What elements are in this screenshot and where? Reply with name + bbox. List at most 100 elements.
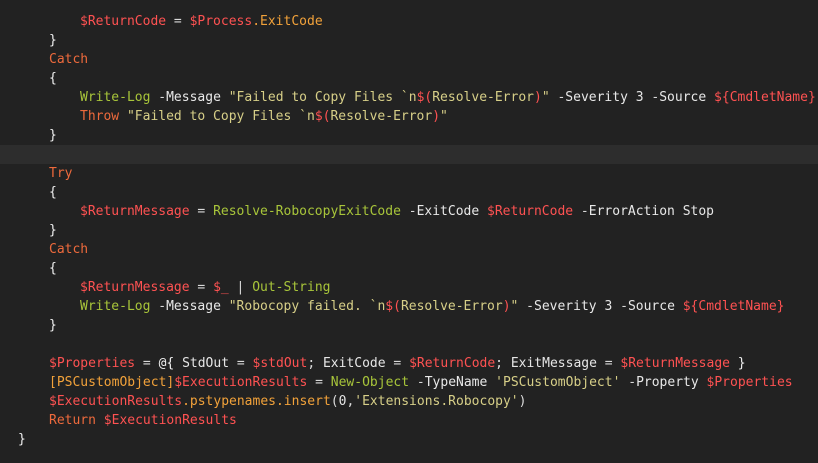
code-token-num: 3	[635, 90, 644, 105]
code-token-param: Message	[166, 90, 229, 105]
code-token-cmd: New-Object	[330, 375, 410, 390]
code-line[interactable]: }	[0, 126, 818, 145]
code-token-kw: Catch	[49, 52, 89, 67]
code-line[interactable]: }	[0, 430, 818, 449]
code-line[interactable]: $ReturnCode = $Process.ExitCode	[0, 12, 818, 31]
code-token-var: $ReturnCode	[487, 204, 574, 219]
code-token-cmd: Resolve-RobocopyExitCode	[213, 204, 401, 219]
code-line[interactable]	[0, 335, 818, 354]
code-token-var: )	[533, 90, 542, 105]
code-line[interactable]: }	[0, 31, 818, 50]
code-token-op: =	[229, 356, 253, 371]
code-token-punc: ;	[307, 356, 323, 371]
code-token-op: -	[620, 375, 637, 390]
code-line-content: }	[49, 221, 57, 240]
code-line[interactable]: {	[0, 183, 818, 202]
code-line[interactable]: Write-Log -Message "Failed to Copy Files…	[0, 88, 818, 107]
code-token-param: Source	[659, 90, 715, 105]
code-line-content: Write-Log -Message "Robocopy failed. `n$…	[80, 297, 785, 316]
code-line-content: Catch	[49, 240, 88, 259]
code-line[interactable]: [PSCustomObject]$ExecutionResults = New-…	[0, 373, 818, 392]
code-line[interactable]: $ExecutionResults.pstypenames.insert(0,'…	[0, 392, 818, 411]
code-token-punc: (	[330, 394, 339, 409]
code-token-var: $_	[213, 280, 229, 295]
code-line[interactable]: Throw "Failed to Copy Files `n$(Resolve-…	[0, 107, 818, 126]
code-token-var: $ReturnMessage	[620, 356, 730, 371]
code-line[interactable]: Write-Log -Message "Robocopy failed. `n$…	[0, 297, 818, 316]
code-line[interactable]: Return $ExecutionResults	[0, 411, 818, 430]
code-token-sig: .ExitCode	[252, 14, 323, 29]
code-token-brace: }	[49, 128, 57, 143]
code-token-plain: Stop	[682, 204, 714, 219]
code-token-var: CmdletName	[729, 90, 808, 105]
code-token-var: $ReturnMessage	[80, 280, 190, 295]
code-token-var: ${	[714, 90, 730, 105]
code-editor[interactable]: $ReturnCode = $Process.ExitCode} Catch { Wr…	[0, 0, 818, 463]
code-token-sig: .pstypenames.insert	[182, 394, 331, 409]
code-token-var: $Properties	[49, 356, 136, 371]
code-line[interactable]: $Properties = @{ StdOut = $stdOut; ExitC…	[0, 354, 818, 373]
code-token-op: =	[385, 356, 410, 371]
code-token-op: |	[228, 280, 253, 295]
code-line-content: }	[18, 430, 26, 449]
code-token-op: -	[150, 299, 167, 314]
code-token-kw: Return	[49, 413, 104, 428]
code-line[interactable]: Catch	[0, 50, 818, 69]
code-line-content: Try	[49, 164, 72, 183]
code-token-op: =	[166, 14, 190, 29]
code-token-str: Resolve-Error	[400, 299, 503, 314]
code-line-content: $ReturnCode = $Process.ExitCode	[80, 12, 323, 31]
code-token-var: $(	[385, 299, 401, 314]
code-line[interactable]: }	[0, 316, 818, 335]
code-token-var: $(	[314, 109, 331, 124]
code-token-var: $ExecutionResults	[103, 413, 237, 428]
code-token-op: -	[612, 299, 628, 314]
code-token-kw: Catch	[49, 242, 89, 257]
code-token-cmd: Out-String	[252, 280, 331, 295]
code-token-op: -	[549, 90, 566, 105]
code-token-op: =	[307, 375, 331, 390]
code-token-brace: }	[49, 318, 57, 333]
code-token-var: }	[807, 90, 816, 105]
code-token-param: Source	[627, 299, 683, 314]
code-token-var: )	[432, 109, 441, 124]
code-token-str: 'PSCustomObject'	[495, 375, 621, 390]
code-token-plain: ExitMessage	[510, 356, 597, 371]
code-line-content: Return $ExecutionResults	[49, 411, 237, 430]
code-token-param: ExitCode	[416, 204, 488, 219]
code-token-var: CmdletName	[698, 299, 777, 314]
code-line[interactable]: {	[0, 69, 818, 88]
code-token-var: }	[776, 299, 785, 314]
code-line-content: }	[49, 126, 57, 145]
current-line[interactable]	[0, 145, 818, 164]
code-token-plain: StdOut	[182, 356, 230, 371]
code-token-brace: {	[49, 71, 57, 86]
code-token-str: Resolve-Error	[330, 109, 433, 124]
code-token-brace: }	[729, 356, 746, 371]
code-line-content: $Properties = @{ StdOut = $stdOut; ExitC…	[49, 354, 746, 373]
code-token-kw: Try	[49, 166, 73, 181]
code-token-var: $ReturnCode	[80, 14, 167, 29]
code-line-content: [PSCustomObject]$ExecutionResults = New-…	[49, 373, 793, 392]
code-line[interactable]: {	[0, 259, 818, 278]
code-token-plain: ExitCode	[322, 356, 386, 371]
code-line[interactable]: Try	[0, 164, 818, 183]
code-token-str: "Failed to Copy Files `n	[119, 109, 315, 124]
code-line-content: Throw "Failed to Copy Files `n$(Resolve-…	[80, 107, 448, 126]
code-line[interactable]: $ReturnMessage = Resolve-RobocopyExitCod…	[0, 202, 818, 221]
code-token-op: -	[150, 90, 167, 105]
code-line-content: }	[49, 316, 57, 335]
code-token-str: "Failed to Copy Files `n	[228, 90, 417, 105]
code-line[interactable]: Catch	[0, 240, 818, 259]
code-token-kw: Throw	[80, 109, 120, 124]
code-token-op: =	[596, 356, 621, 371]
code-line[interactable]: $ReturnMessage = $_ | Out-String	[0, 278, 818, 297]
code-token-op: -	[643, 90, 660, 105]
code-token-type: [PSCustomObject]	[49, 375, 175, 390]
code-token-var: )	[502, 299, 511, 314]
code-token-param: Severity	[534, 299, 605, 314]
code-line-content: Write-Log -Message "Failed to Copy Files…	[80, 88, 816, 107]
code-token-punc: )	[518, 394, 527, 409]
code-token-param: Message	[166, 299, 229, 314]
code-line[interactable]: }	[0, 221, 818, 240]
